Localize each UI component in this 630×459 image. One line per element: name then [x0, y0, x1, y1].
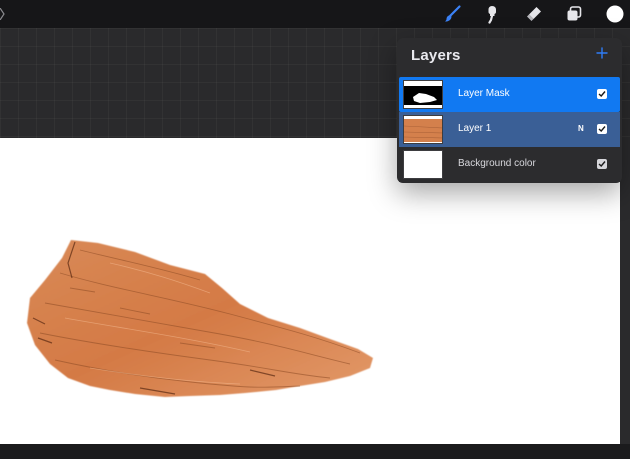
layer-thumbnail: [403, 80, 443, 109]
panel-title: Layers: [411, 47, 461, 64]
eraser-icon[interactable]: [522, 2, 546, 26]
layers-panel: Layers Layer Mask Layer 1 N Background c…: [397, 38, 622, 183]
check-icon: [598, 91, 606, 98]
color-swatch[interactable]: [603, 2, 627, 26]
layer-name: Layer 1: [458, 123, 492, 134]
layer-row-1[interactable]: Layer 1 N: [399, 112, 620, 147]
layer-thumbnail: [403, 150, 443, 179]
procreate-app: Layers Layer Mask Layer 1 N Background c…: [0, 0, 630, 459]
visibility-checkbox[interactable]: [597, 159, 607, 169]
gallery-edge-icon[interactable]: [0, 8, 5, 20]
layer-name: Background color: [458, 158, 536, 169]
layer-thumbnail: [403, 115, 443, 144]
layer-row-mask[interactable]: Layer Mask: [399, 77, 620, 112]
layer-row-background[interactable]: Background color: [399, 147, 620, 182]
wood-piece-image: [27, 240, 373, 397]
visibility-checkbox[interactable]: [597, 124, 607, 134]
brush-icon[interactable]: [441, 2, 465, 26]
smudge-icon[interactable]: [481, 2, 505, 26]
top-toolbar: [0, 0, 630, 28]
bottom-bar: [0, 444, 630, 459]
layers-icon[interactable]: [562, 2, 586, 26]
blend-mode-button[interactable]: N: [578, 124, 584, 133]
drawing-canvas[interactable]: [0, 138, 620, 444]
check-icon: [598, 161, 606, 168]
visibility-checkbox[interactable]: [597, 89, 607, 99]
plus-icon: [596, 47, 608, 59]
layer-name: Layer Mask: [458, 88, 510, 99]
add-layer-button[interactable]: [593, 45, 611, 63]
check-icon: [598, 126, 606, 133]
canvas-edge: [620, 138, 630, 444]
